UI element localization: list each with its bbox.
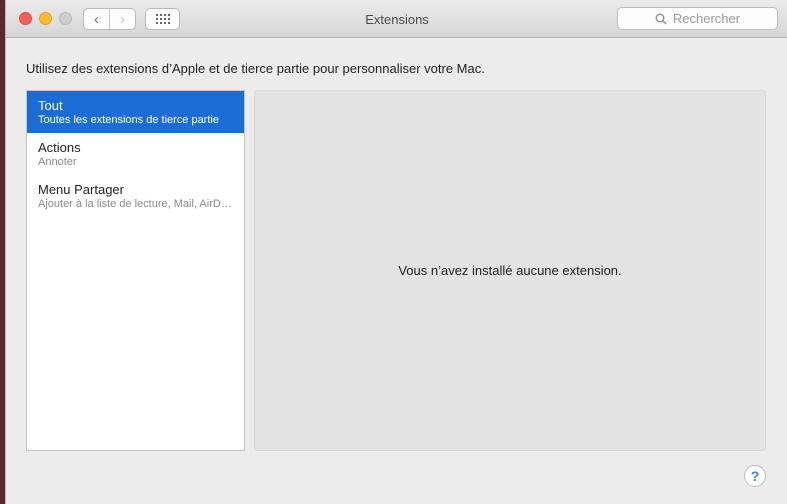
search-field[interactable]: Rechercher (617, 7, 778, 30)
sidebar-item-name: Tout (38, 98, 63, 113)
search-icon (655, 13, 667, 24)
sidebar-item-menu-partager[interactable]: Menu Partager Ajouter à la liste de lect… (27, 175, 244, 217)
intro-text: Utilisez des extensions d’Apple et de ti… (26, 61, 485, 76)
sidebar-item-subtitle: Annoter (38, 156, 77, 168)
empty-message: Vous n’avez installé aucune extension. (398, 263, 622, 278)
extensions-window: ‹ › Extensions Rechercher Utilisez des e… (5, 0, 787, 504)
sidebar-item-actions[interactable]: Actions Annoter (27, 133, 244, 175)
sidebar-item-subtitle: Ajouter à la liste de lecture, Mail, Air… (38, 198, 233, 210)
sidebar-item-tout[interactable]: Tout Toutes les extensions de tierce par… (27, 91, 244, 133)
extensions-sidebar: Tout Toutes les extensions de tierce par… (26, 90, 245, 451)
help-button[interactable]: ? (744, 465, 766, 487)
sidebar-item-name: Menu Partager (38, 182, 124, 197)
search-placeholder: Rechercher (672, 11, 741, 26)
help-icon: ? (750, 468, 760, 484)
title-bar: ‹ › Extensions Rechercher (6, 0, 787, 38)
detail-pane: Vous n’avez installé aucune extension. (254, 90, 766, 451)
sidebar-item-subtitle: Toutes les extensions de tierce partie (38, 114, 219, 126)
sidebar-item-name: Actions (38, 140, 81, 155)
